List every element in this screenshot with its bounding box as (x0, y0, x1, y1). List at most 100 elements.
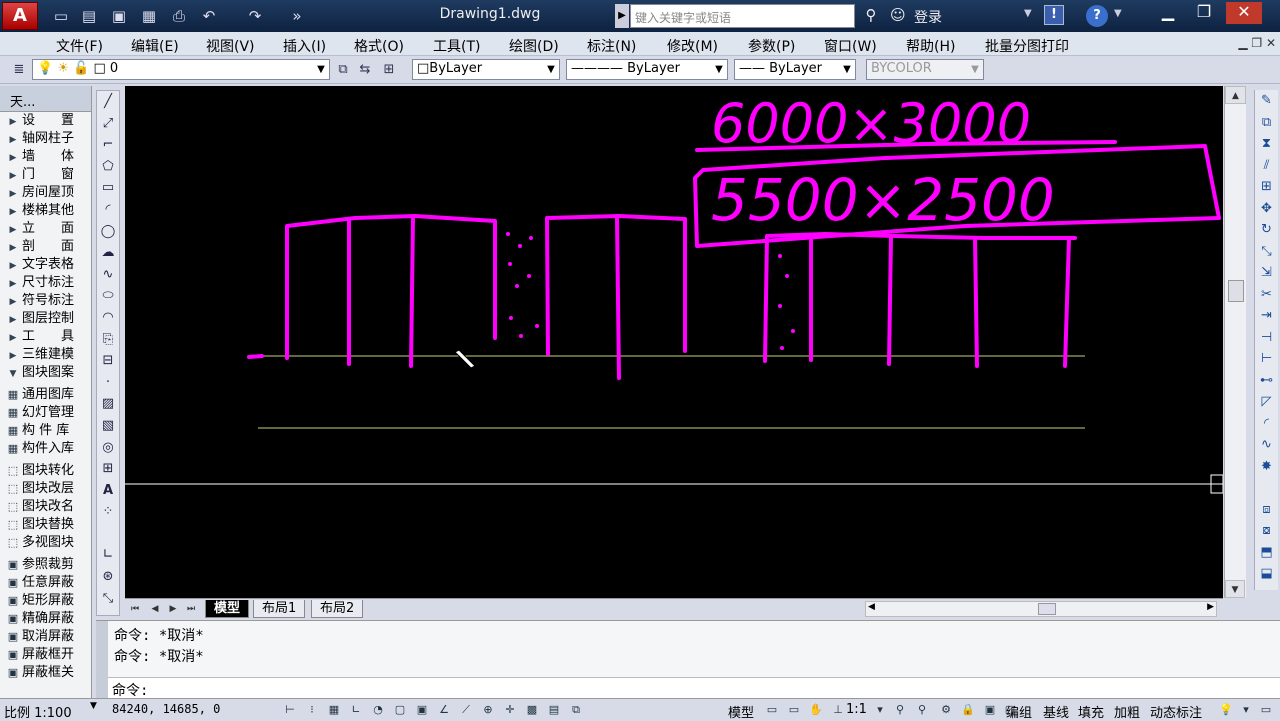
gradient-icon[interactable]: ▧ (97, 415, 119, 437)
chevron-down-icon[interactable]: ▼ (1114, 8, 1122, 19)
ortho-icon[interactable]: ∟ (348, 702, 364, 718)
vertical-scrollbar[interactable]: ▲ ▼ (1224, 86, 1246, 598)
rotate-icon[interactable]: ↻ (1255, 219, 1278, 241)
hatch-icon[interactable]: ▨ (97, 393, 119, 415)
join-icon[interactable]: ⊷ (1255, 370, 1278, 392)
revcloud-icon[interactable]: ☁ (97, 242, 119, 264)
save-as-icon[interactable]: ▦ (138, 6, 160, 26)
menu-help[interactable]: 帮助(H) (906, 36, 955, 56)
auto-scale-icon[interactable]: ⚲ (914, 702, 930, 718)
polyline-icon[interactable]: ⌐ (97, 134, 119, 156)
tab-model[interactable]: 模型 (205, 600, 250, 618)
palette-item[interactable]: ▶ 工 具 (0, 328, 91, 346)
construction-line-icon[interactable]: ⤢ (97, 113, 119, 135)
palette-item[interactable]: ▼ 图块图案 (0, 364, 91, 382)
palette-item[interactable]: ▶ 立 面 (0, 220, 91, 238)
annotation-scale-icon[interactable]: ⊥ (830, 702, 846, 718)
selection-cycling-icon[interactable]: ⧉ (568, 702, 584, 718)
search-input[interactable]: 键入关键字或短语 (630, 4, 855, 28)
chevron-down-icon[interactable]: ▼ (839, 60, 855, 79)
otrack-icon[interactable]: ∠ (436, 702, 452, 718)
menu-file[interactable]: 文件(F) (56, 36, 103, 56)
command-window-grip[interactable] (96, 621, 108, 699)
extend-icon[interactable]: ⇥ (1255, 305, 1278, 327)
palette-item[interactable]: ▶ 楼梯其他 (0, 202, 91, 220)
draw-order-front-icon[interactable]: ⧈ (1255, 499, 1278, 521)
prev-tab-icon[interactable]: ◀ (147, 601, 163, 617)
scroll-thumb[interactable] (1228, 280, 1244, 302)
menu-dimension[interactable]: 标注(N) (587, 36, 636, 56)
menu-batch-print[interactable]: 批量分图打印 (985, 36, 1069, 56)
palette-item[interactable]: ▶ 剖 面 (0, 238, 91, 256)
snap-icon[interactable]: ⁝ (304, 702, 320, 718)
spline-icon[interactable]: ∿ (97, 264, 119, 286)
toggle-dynamic-dimension[interactable]: 动态标注 (1150, 702, 1202, 721)
table-icon[interactable]: ⊞ (97, 458, 119, 480)
ucs-world-icon[interactable]: ⤡ (97, 588, 119, 610)
workspace-gear-icon[interactable]: ⚙ (938, 702, 954, 718)
open-icon[interactable]: ▤ (78, 6, 100, 26)
undo-icon[interactable]: ↶ (198, 6, 220, 26)
palette-item[interactable]: ▣ 任意屏蔽 (0, 574, 91, 592)
array-icon[interactable]: ⊞ (1255, 176, 1278, 198)
palette-item[interactable]: ▣ 屏蔽框关 (0, 664, 91, 682)
palette-item[interactable]: ▶ 房间屋顶 (0, 184, 91, 202)
menu-edit[interactable]: 编辑(E) (131, 36, 179, 56)
arc-icon[interactable]: ◜ (97, 199, 119, 221)
toolbar-lock-icon[interactable]: 🔒 (960, 702, 976, 718)
palette-item[interactable]: ▶ 图层控制 (0, 310, 91, 328)
palette-item[interactable]: ▶ 三维建模 (0, 346, 91, 364)
document-window-controls[interactable]: ▁ ❐ ✕ (1238, 36, 1276, 50)
polar-icon[interactable]: ◔ (370, 702, 386, 718)
palette-item[interactable]: ▶ 文字表格 (0, 256, 91, 274)
color-dropdown[interactable]: □ByLayer ▼ (412, 59, 560, 80)
toggle-bold[interactable]: 加粗 (1114, 702, 1140, 721)
send-under-icon[interactable]: ⬓ (1255, 563, 1278, 585)
rectangle-icon[interactable]: ▭ (97, 177, 119, 199)
last-tab-icon[interactable]: ⏭ (183, 601, 199, 617)
point-icon[interactable]: · (97, 372, 119, 394)
lineweight-icon[interactable]: ✛ (502, 702, 518, 718)
restore-icon[interactable]: ❐ (1186, 2, 1222, 24)
pan-icon[interactable]: ✋ (808, 702, 824, 718)
menu-draw[interactable]: 绘图(D) (509, 36, 559, 56)
annotation-scale-value[interactable]: 1:1 (846, 702, 867, 717)
palette-item[interactable]: ▦ 构件入库 (0, 440, 91, 458)
app-menu-button[interactable]: A (2, 2, 38, 30)
palette-item[interactable]: ▦ 幻灯管理 (0, 404, 91, 422)
menu-insert[interactable]: 插入(I) (283, 36, 326, 56)
trim-icon[interactable]: ✂ (1255, 284, 1278, 306)
copy-icon[interactable]: ⧉ (1255, 112, 1278, 134)
palette-item[interactable]: ▶ 设 置 (0, 112, 91, 130)
menu-parametric[interactable]: 参数(P) (748, 36, 795, 56)
bulb-icon[interactable]: 💡 (1218, 702, 1234, 718)
menu-modify[interactable]: 修改(M) (667, 36, 718, 56)
polygon-icon[interactable]: ⬠ (97, 156, 119, 178)
dyn-icon[interactable]: ⊕ (480, 702, 496, 718)
chevron-down-icon[interactable]: ▼ (1024, 8, 1032, 19)
chevron-down-icon[interactable]: ▼ (711, 60, 727, 79)
ucs-icon[interactable]: ∟ (97, 544, 119, 566)
palette-item[interactable]: ⬚ 图块改层 (0, 480, 91, 498)
coordinate-readout[interactable]: 84240, 14685, 0 (112, 702, 220, 716)
tab-layout1[interactable]: 布局1 (253, 600, 306, 618)
lineweight-dropdown[interactable]: —— ByLayer ▼ (734, 59, 856, 80)
hardware-accel-icon[interactable]: ▣ (982, 702, 998, 718)
transparency-icon[interactable]: ▩ (524, 702, 540, 718)
toggle-group[interactable]: 编组 (1006, 702, 1032, 721)
add-selected-icon[interactable]: ⁘ (97, 501, 119, 523)
3d-osnap-icon[interactable]: ▣ (414, 702, 430, 718)
toggle-baseline[interactable]: 基线 (1043, 702, 1069, 721)
login-button[interactable]: 登录 (914, 7, 942, 27)
layer-match-icon[interactable]: ⊞ (380, 61, 398, 79)
scroll-up-icon[interactable]: ▲ (1225, 86, 1246, 104)
make-block-icon[interactable]: ⊟ (97, 350, 119, 372)
command-input[interactable]: 命令: (108, 677, 1280, 699)
next-tab-icon[interactable]: ▶ (165, 601, 181, 617)
save-icon[interactable]: ▣ (108, 6, 130, 26)
layer-previous-icon[interactable]: ⇆ (356, 61, 374, 79)
quick-properties-icon[interactable]: ▤ (546, 702, 562, 718)
infer-constraints-icon[interactable]: ⊢ (282, 702, 298, 718)
scale-icon[interactable]: ⤡ (1255, 241, 1278, 263)
new-icon[interactable]: ▭ (50, 6, 72, 26)
